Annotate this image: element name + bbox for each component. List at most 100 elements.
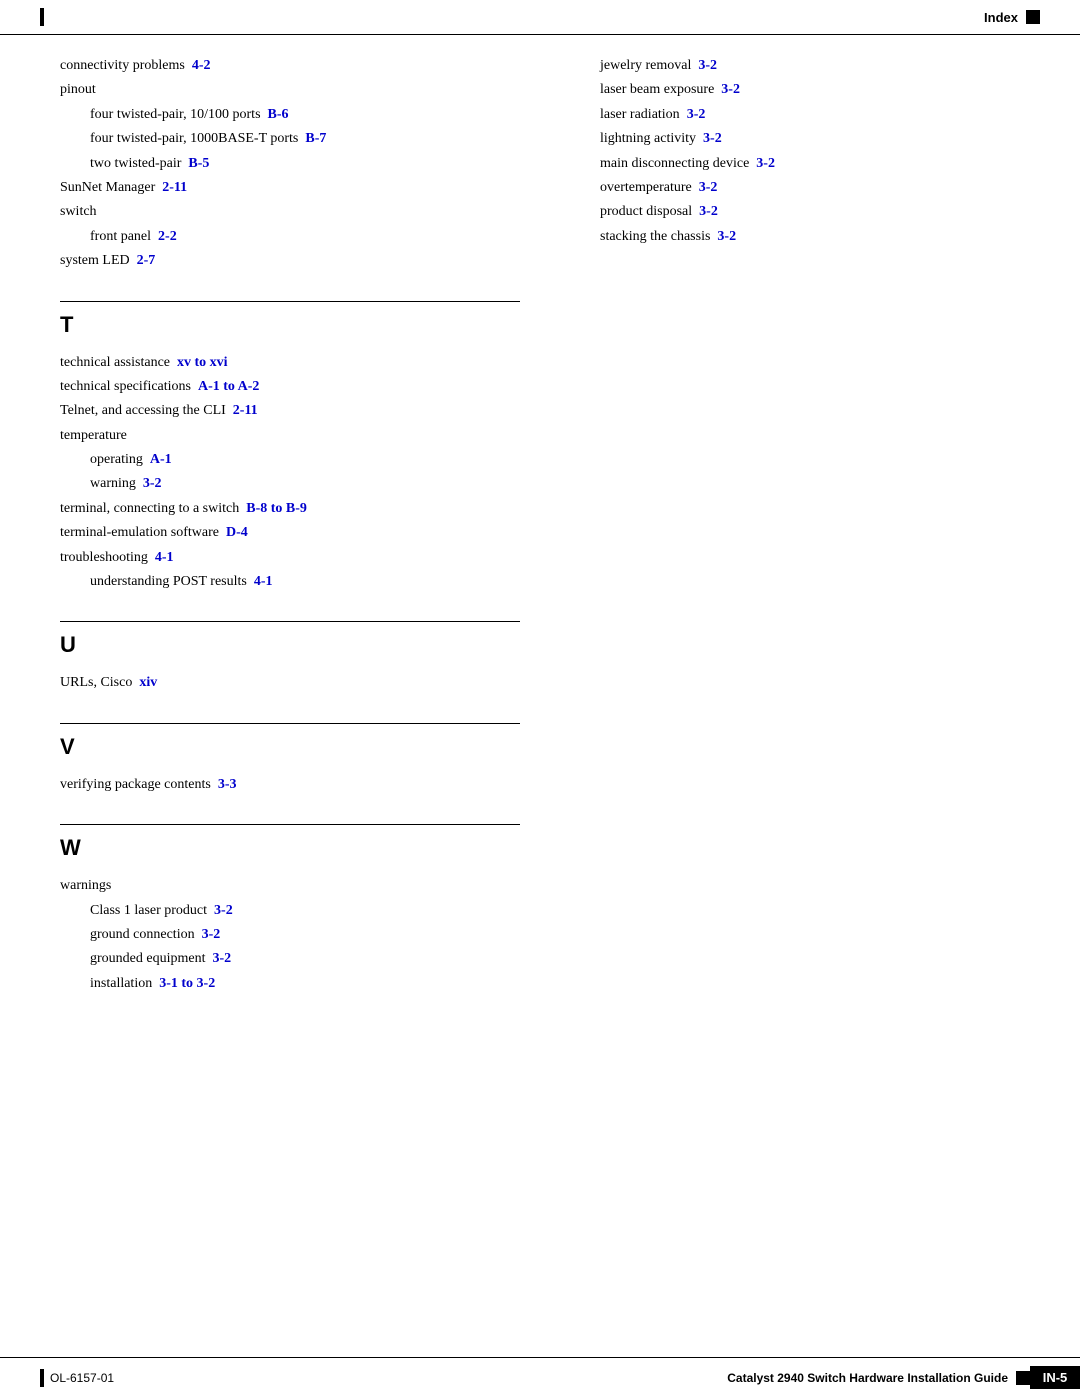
entry-text: laser radiation <box>600 107 680 122</box>
entry-ref[interactable]: 3-2 <box>699 204 718 219</box>
list-item: four twisted-pair, 10/100 ports B-6 <box>90 104 560 126</box>
entry-text: two twisted-pair <box>90 156 181 171</box>
entry-text: verifying package contents <box>60 777 211 792</box>
list-item: switch <box>60 201 560 223</box>
list-item: verifying package contents 3-3 <box>60 774 560 796</box>
footer-title: Catalyst 2940 Switch Hardware Installati… <box>727 1371 1016 1385</box>
entry-text: installation <box>90 976 152 991</box>
list-item: jewelry removal 3-2 <box>600 55 1000 77</box>
entry-text: warning <box>90 476 136 491</box>
entry-ref[interactable]: xv to xvi <box>177 355 228 370</box>
entry-text: switch <box>60 204 97 219</box>
entry-ref[interactable]: 3-3 <box>218 777 237 792</box>
list-item: technical specifications A-1 to A-2 <box>60 376 560 398</box>
list-item: understanding POST results 4-1 <box>90 571 560 593</box>
entry-ref[interactable]: 3-2 <box>756 156 775 171</box>
entry-ref[interactable]: B-6 <box>268 107 289 122</box>
list-item: operating A-1 <box>90 449 560 471</box>
bottom-bar-left-marker <box>40 1369 44 1387</box>
list-item: warning 3-2 <box>90 473 560 495</box>
entry-ref[interactable]: 3-1 to 3-2 <box>159 976 215 991</box>
list-item: overtemperature 3-2 <box>600 177 1000 199</box>
entry-text: four twisted-pair, 10/100 ports <box>90 107 261 122</box>
list-item: front panel 2-2 <box>90 226 560 248</box>
bottom-bar: OL-6157-01 Catalyst 2940 Switch Hardware… <box>0 1357 1080 1397</box>
entry-text: stacking the chassis <box>600 229 710 244</box>
entry-text: jewelry removal <box>600 58 691 73</box>
list-item: two twisted-pair B-5 <box>90 153 560 175</box>
page-container: Index connectivity problems 4-2 pinout f… <box>0 0 1080 1397</box>
bottom-bar-left: OL-6157-01 <box>0 1369 114 1387</box>
entry-ref[interactable]: 3-2 <box>214 903 233 918</box>
entry-ref[interactable]: 3-2 <box>687 107 706 122</box>
list-item: pinout <box>60 79 560 101</box>
entry-text: overtemperature <box>600 180 692 195</box>
list-item: ground connection 3-2 <box>90 924 560 946</box>
page-number: IN-5 <box>1030 1366 1080 1389</box>
entry-ref[interactable]: 3-2 <box>703 131 722 146</box>
entry-ref[interactable]: 2-11 <box>162 180 187 195</box>
entry-text: terminal-emulation software <box>60 525 219 540</box>
entry-ref[interactable]: 3-2 <box>698 58 717 73</box>
entry-ref[interactable]: 3-2 <box>717 229 736 244</box>
entry-text: laser beam exposure <box>600 82 714 97</box>
section-u-letter: U <box>60 632 560 658</box>
entry-ref[interactable]: A-1 <box>150 452 172 467</box>
list-item: stacking the chassis 3-2 <box>600 226 1000 248</box>
list-item: SunNet Manager 2-11 <box>60 177 560 199</box>
entry-text: SunNet Manager <box>60 180 155 195</box>
right-column: jewelry removal 3-2 laser beam exposure … <box>560 55 1000 997</box>
entry-ref[interactable]: D-4 <box>226 525 248 540</box>
entry-ref[interactable]: xiv <box>139 675 157 690</box>
entry-ref[interactable]: 2-7 <box>137 253 156 268</box>
entry-text: lightning activity <box>600 131 696 146</box>
section-v-divider <box>60 723 520 724</box>
entry-ref[interactable]: 2-2 <box>158 229 177 244</box>
entry-ref[interactable]: 3-2 <box>699 180 718 195</box>
header-index-label: Index <box>984 10 1018 25</box>
doc-number: OL-6157-01 <box>50 1371 114 1385</box>
entry-ref[interactable]: 4-2 <box>192 58 211 73</box>
top-bar-left-marker <box>40 8 44 26</box>
list-item: system LED 2-7 <box>60 250 560 272</box>
entry-text: technical assistance <box>60 355 170 370</box>
list-item: terminal-emulation software D-4 <box>60 522 560 544</box>
list-item: laser beam exposure 3-2 <box>600 79 1000 101</box>
entry-text: Telnet, and accessing the CLI <box>60 403 226 418</box>
section-t-divider <box>60 301 520 302</box>
list-item: temperature <box>60 425 560 447</box>
list-item: URLs, Cisco xiv <box>60 672 560 694</box>
main-content: connectivity problems 4-2 pinout four tw… <box>0 35 1080 1017</box>
entry-ref[interactable]: 3-2 <box>202 927 221 942</box>
entry-text: main disconnecting device <box>600 156 749 171</box>
list-item: lightning activity 3-2 <box>600 128 1000 150</box>
left-column: connectivity problems 4-2 pinout four tw… <box>60 55 560 997</box>
entry-ref[interactable]: A-1 to A-2 <box>198 379 259 394</box>
entry-text: troubleshooting <box>60 550 148 565</box>
entry-ref[interactable]: B-8 to B-9 <box>246 501 307 516</box>
entry-text: warnings <box>60 878 111 893</box>
entry-ref[interactable]: 3-2 <box>721 82 740 97</box>
entry-text: four twisted-pair, 1000BASE-T ports <box>90 131 298 146</box>
section-w-divider <box>60 824 520 825</box>
list-item: four twisted-pair, 1000BASE-T ports B-7 <box>90 128 560 150</box>
entry-text: grounded equipment <box>90 951 205 966</box>
list-item: terminal, connecting to a switch B-8 to … <box>60 498 560 520</box>
entry-text: technical specifications <box>60 379 191 394</box>
entry-text: ground connection <box>90 927 195 942</box>
entry-text: understanding POST results <box>90 574 247 589</box>
entry-ref[interactable]: 4-1 <box>155 550 174 565</box>
list-item: main disconnecting device 3-2 <box>600 153 1000 175</box>
top-bar: Index <box>0 0 1080 35</box>
entry-text: operating <box>90 452 143 467</box>
bottom-bar-right: Catalyst 2940 Switch Hardware Installati… <box>727 1366 1080 1389</box>
entry-ref[interactable]: 3-2 <box>143 476 162 491</box>
entry-ref[interactable]: 4-1 <box>254 574 273 589</box>
list-item: connectivity problems 4-2 <box>60 55 560 77</box>
entry-text: front panel <box>90 229 151 244</box>
entry-ref[interactable]: B-5 <box>188 156 209 171</box>
list-item: laser radiation 3-2 <box>600 104 1000 126</box>
entry-ref[interactable]: 2-11 <box>233 403 258 418</box>
entry-ref[interactable]: 3-2 <box>212 951 231 966</box>
entry-ref[interactable]: B-7 <box>305 131 326 146</box>
